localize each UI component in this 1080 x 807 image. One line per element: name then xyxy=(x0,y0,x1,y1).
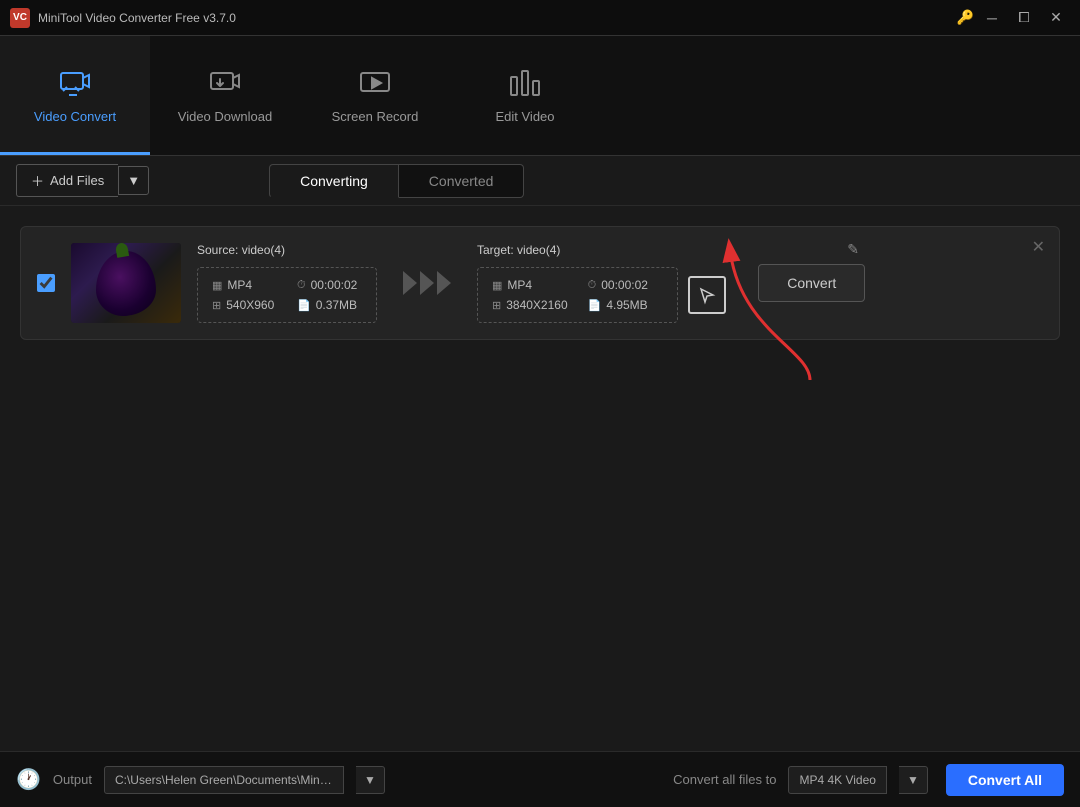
target-resolution: 3840X2160 xyxy=(506,298,567,312)
source-size: 0.37MB xyxy=(316,298,357,312)
nav-label-video-download: Video Download xyxy=(178,109,272,124)
main-content: Source: video(4) ▦ MP4 ⏱ 00:00:02 ⊞ 540X… xyxy=(0,206,1080,751)
output-path-button[interactable]: C:\Users\Helen Green\Documents\MiniTool … xyxy=(104,766,344,794)
add-files-button[interactable]: ＋ Add Files xyxy=(16,164,118,197)
nav-item-video-convert[interactable]: Video Convert xyxy=(0,36,150,155)
nav-bar: Video Convert Video Download Screen Reco… xyxy=(0,36,1080,156)
title-bar: VC MiniTool Video Converter Free v3.7.0 … xyxy=(0,0,1080,36)
restore-button[interactable]: ⧠ xyxy=(1010,7,1038,29)
minimize-button[interactable]: ─ xyxy=(978,7,1006,29)
nav-label-screen-record: Screen Record xyxy=(332,109,419,124)
triple-arrow xyxy=(403,271,451,295)
screen-record-icon xyxy=(357,65,393,101)
convert-all-button[interactable]: Convert All xyxy=(946,764,1064,796)
source-duration: 00:00:02 xyxy=(311,278,358,292)
video-download-icon xyxy=(207,65,243,101)
target-size-row: 📄 4.95MB xyxy=(588,298,664,312)
bottom-bar: 🕐 Output C:\Users\Helen Green\Documents\… xyxy=(0,751,1080,807)
target-resolution-icon: ⊞ xyxy=(492,299,501,312)
source-block: Source: video(4) ▦ MP4 ⏱ 00:00:02 ⊞ 540X… xyxy=(197,243,377,323)
target-edit-button[interactable]: ✎ xyxy=(847,241,859,258)
card-close-button[interactable]: ✕ xyxy=(1032,237,1045,257)
file-card: Source: video(4) ▦ MP4 ⏱ 00:00:02 ⊞ 540X… xyxy=(20,226,1060,340)
convert-button[interactable]: Convert xyxy=(758,264,865,302)
film-icon: ▦ xyxy=(212,279,222,292)
arrow-2 xyxy=(420,271,434,295)
target-size: 4.95MB xyxy=(606,298,647,312)
target-resolution-row: ⊞ 3840X2160 xyxy=(492,298,568,312)
output-label: Output xyxy=(53,772,92,787)
file-icon: 📄 xyxy=(297,299,311,312)
target-file-icon: 📄 xyxy=(588,299,602,312)
target-format-row: ▦ MP4 xyxy=(492,278,568,292)
key-icon: 🔑 xyxy=(957,9,974,26)
source-resolution-row: ⊞ 540X960 xyxy=(212,298,277,312)
history-clock-icon[interactable]: 🕐 xyxy=(16,767,41,792)
arrow-3 xyxy=(437,271,451,295)
source-info-box: ▦ MP4 ⏱ 00:00:02 ⊞ 540X960 📄 0.37MB xyxy=(197,267,377,323)
target-label: Target: video(4) xyxy=(477,243,726,257)
target-format: MP4 xyxy=(507,278,532,292)
target-select-area xyxy=(688,276,726,314)
target-block: Target: video(4) ▦ MP4 ⏱ 00:00:02 ⊞ 3840… xyxy=(477,243,726,323)
cursor-icon xyxy=(697,285,717,305)
add-files-label: Add Files xyxy=(50,173,104,188)
source-duration-row: ⏱ 00:00:02 xyxy=(297,278,362,292)
window-controls: 🔑 ─ ⧠ ✕ xyxy=(957,7,1070,29)
resolution-icon: ⊞ xyxy=(212,299,221,312)
plus-icon: ＋ xyxy=(31,171,44,190)
tab-converting[interactable]: Converting xyxy=(269,164,399,198)
nav-label-edit-video: Edit Video xyxy=(495,109,554,124)
app-title: MiniTool Video Converter Free v3.7.0 xyxy=(38,11,236,25)
add-files-dropdown-button[interactable]: ▼ xyxy=(118,166,149,195)
source-format-row: ▦ MP4 xyxy=(212,278,277,292)
video-convert-icon xyxy=(57,65,93,101)
app-logo: VC xyxy=(10,8,30,28)
file-checkbox[interactable] xyxy=(37,274,55,292)
toolbar: ＋ Add Files ▼ Converting Converted xyxy=(0,156,1080,206)
add-files-group: ＋ Add Files ▼ xyxy=(16,164,149,197)
nav-label-video-convert: Video Convert xyxy=(34,109,116,124)
close-button[interactable]: ✕ xyxy=(1042,7,1070,29)
target-select-button[interactable] xyxy=(688,276,726,314)
target-duration: 00:00:02 xyxy=(601,278,648,292)
convert-all-format-dropdown-button[interactable]: ▼ xyxy=(899,766,928,794)
source-format: MP4 xyxy=(227,278,252,292)
target-film-icon: ▦ xyxy=(492,279,502,292)
source-size-row: 📄 0.37MB xyxy=(297,298,362,312)
nav-item-video-download[interactable]: Video Download xyxy=(150,36,300,155)
nav-item-edit-video[interactable]: Edit Video xyxy=(450,36,600,155)
clock-small-icon: ⏱ xyxy=(297,279,306,292)
tab-converted[interactable]: Converted xyxy=(399,164,525,198)
source-label: Source: video(4) xyxy=(197,243,377,257)
target-duration-row: ⏱ 00:00:02 xyxy=(588,278,664,292)
convert-all-format-button[interactable]: MP4 4K Video xyxy=(788,766,887,794)
source-resolution: 540X960 xyxy=(226,298,274,312)
file-thumbnail xyxy=(71,243,181,323)
target-clock-icon: ⏱ xyxy=(588,279,597,292)
edit-video-icon xyxy=(507,65,543,101)
tab-group: Converting Converted xyxy=(269,164,524,198)
target-info-box: ▦ MP4 ⏱ 00:00:02 ⊞ 3840X2160 📄 4.95MB xyxy=(477,267,678,323)
output-path-dropdown-button[interactable]: ▼ xyxy=(356,766,385,794)
arrows-section xyxy=(393,271,461,295)
arrow-1 xyxy=(403,271,417,295)
convert-all-files-label: Convert all files to xyxy=(673,772,776,787)
nav-item-screen-record[interactable]: Screen Record xyxy=(300,36,450,155)
